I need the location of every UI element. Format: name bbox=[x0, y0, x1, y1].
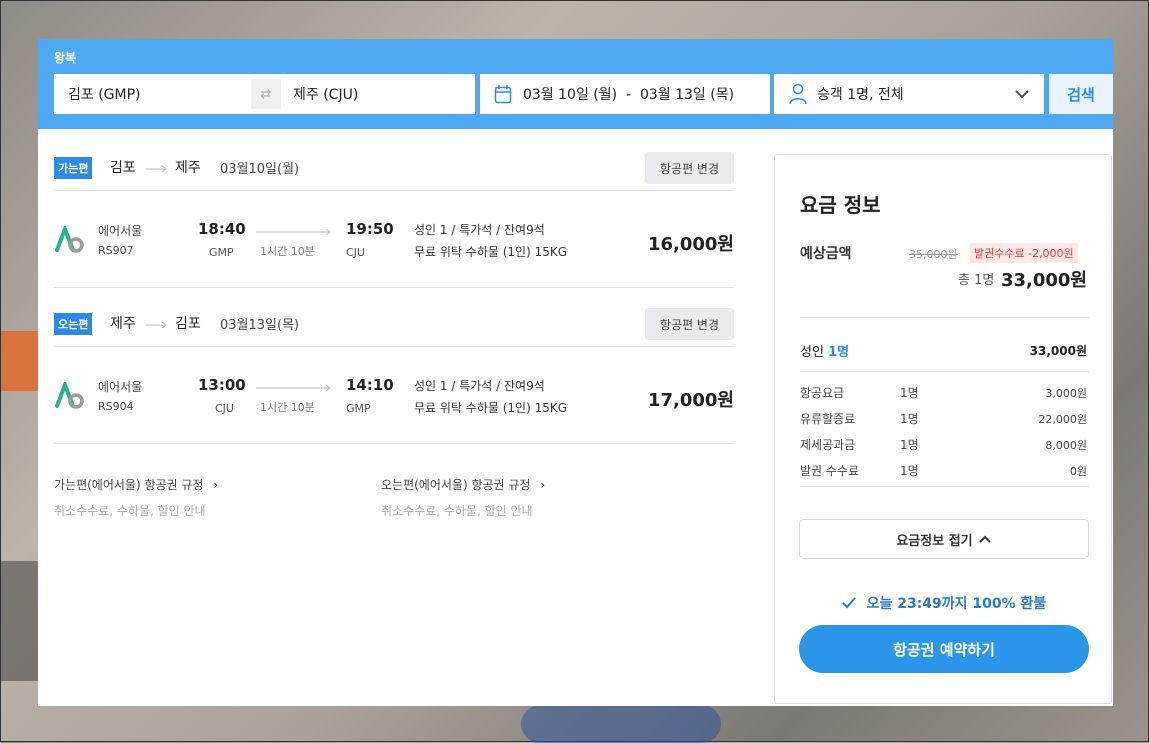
origin-input[interactable]: 김포 (GMP) bbox=[68, 84, 141, 104]
chevron-down-icon[interactable] bbox=[1014, 87, 1030, 101]
breakdown-amount: 0원 bbox=[1069, 465, 1087, 478]
fare-info-card: 요금 정보 예상금액 35,000원 발권수수료 -2,000원 총 1명 33… bbox=[774, 154, 1112, 704]
arrow-right-icon bbox=[256, 229, 331, 235]
chevron-right-icon: › bbox=[213, 478, 219, 492]
fold-fare-info-button[interactable]: 요금정보 접기 bbox=[799, 519, 1089, 559]
segment-origin: 김포 bbox=[110, 160, 136, 176]
flight-price: 17,000원 bbox=[647, 390, 734, 411]
rule-subtitle: 취소수수료, 수하물, 할인 안내 bbox=[54, 504, 206, 518]
return-header: 오는편 제주 김포 03월13일(목) 항공편 변경 bbox=[54, 308, 734, 347]
refund-notice: 오늘 23:49까지 100% 환불 bbox=[775, 593, 1113, 613]
breakdown-name: 발권 수수료 bbox=[800, 464, 860, 478]
arrow-right-icon bbox=[146, 166, 167, 172]
total-passenger-label: 총 1명 bbox=[958, 273, 995, 288]
seat-info: 성인 1 / 특가석 / 잔여9석 bbox=[414, 223, 545, 237]
segment-date: 03월10일(월) bbox=[220, 162, 300, 177]
search-bar: 왕복 김포 (GMP) ⇄ 제주 (CJU) 03월 10일 (월) - 03월… bbox=[38, 39, 1113, 129]
person-icon bbox=[789, 83, 807, 105]
adult-label: 성인 1명 bbox=[800, 341, 849, 360]
breakdown-qty: 1명 bbox=[900, 412, 919, 426]
airline-name: 에어서울 bbox=[98, 224, 143, 238]
segment-destination: 김포 bbox=[175, 316, 201, 332]
arrival-airport: CJU bbox=[346, 246, 365, 259]
check-icon bbox=[841, 597, 856, 609]
fold-label: 요금정보 접기 bbox=[896, 533, 973, 549]
departure-airport: GMP bbox=[209, 246, 234, 259]
booking-panel: 왕복 김포 (GMP) ⇄ 제주 (CJU) 03월 10일 (월) - 03월… bbox=[38, 39, 1113, 706]
divider bbox=[800, 486, 1089, 487]
rule-title: 가는편(에어서울) 항공권 규정 bbox=[54, 478, 204, 492]
refund-text: 오늘 23:49까지 100% 환불 bbox=[866, 596, 1047, 612]
discount-badge: 발권수수료 -2,000원 bbox=[970, 243, 1078, 263]
adult-count: 1명 bbox=[828, 345, 850, 360]
change-flight-button[interactable]: 항공편 변경 bbox=[645, 152, 734, 184]
background-decor bbox=[521, 705, 721, 743]
calendar-icon bbox=[494, 85, 512, 104]
departure-time: 18:40 bbox=[198, 220, 246, 238]
segment-date: 03월13일(목) bbox=[220, 318, 300, 333]
trip-type-label: 왕복 bbox=[54, 51, 77, 65]
breakdown-amount: 8,000원 bbox=[1045, 439, 1087, 452]
return-rule-link[interactable]: 오는편(에어서울) 항공권 규정 › bbox=[381, 476, 545, 493]
destination-input[interactable]: 제주 (CJU) bbox=[293, 84, 358, 104]
airline-name: 에어서울 bbox=[98, 380, 143, 394]
outbound-flight-row: 에어서울 RS907 18:40 GMP 1시간 10분 19:50 CJU 성… bbox=[54, 192, 734, 288]
flight-price: 16,000원 bbox=[647, 234, 734, 255]
arrival-time: 14:10 bbox=[346, 376, 394, 394]
arrow-right-icon bbox=[256, 385, 331, 391]
flight-duration: 1시간 10분 bbox=[260, 245, 315, 258]
arrival-airport: GMP bbox=[346, 402, 371, 415]
passenger-value[interactable]: 승객 1명, 전체 bbox=[817, 84, 904, 104]
passenger-field[interactable]: 승객 1명, 전체 bbox=[774, 74, 1044, 114]
arrival-time: 19:50 bbox=[346, 220, 394, 238]
rule-title: 오는편(에어서울) 항공권 규정 bbox=[381, 478, 531, 492]
flight-number: RS904 bbox=[98, 400, 134, 413]
flight-duration: 1시간 10분 bbox=[260, 401, 315, 414]
chevron-up-icon bbox=[978, 535, 991, 543]
breakdown-name: 항공요금 bbox=[800, 386, 845, 400]
segment-origin: 제주 bbox=[110, 316, 136, 332]
total-price: 33,000원 bbox=[1000, 270, 1087, 291]
adult-total: 33,000원 bbox=[1029, 344, 1087, 358]
flight-number: RS907 bbox=[98, 244, 134, 257]
fare-title: 요금 정보 bbox=[800, 193, 881, 217]
rule-subtitle: 취소수수료, 수하물, 할인 안내 bbox=[381, 504, 533, 518]
outbound-header: 가는편 김포 제주 03월10일(월) 항공편 변경 bbox=[54, 152, 734, 191]
swap-icon[interactable]: ⇄ bbox=[251, 79, 281, 109]
breakdown-qty: 1명 bbox=[900, 464, 919, 478]
departure-time: 13:00 bbox=[198, 376, 246, 394]
baggage-info: 무료 위탁 수하물 (1인) 15KG bbox=[414, 401, 568, 415]
change-flight-button[interactable]: 항공편 변경 bbox=[645, 308, 734, 340]
outbound-badge: 가는편 bbox=[54, 157, 93, 179]
return-badge: 오는편 bbox=[54, 313, 93, 335]
date-range-value[interactable]: 03월 10일 (월) - 03월 13일 (목) bbox=[523, 84, 734, 104]
original-price: 35,000원 bbox=[909, 248, 958, 261]
arrow-right-icon bbox=[146, 322, 167, 328]
adult-text: 성인 bbox=[800, 345, 824, 360]
date-field[interactable]: 03월 10일 (월) - 03월 13일 (목) bbox=[480, 74, 770, 114]
outbound-rule-link[interactable]: 가는편(에어서울) 항공권 규정 › bbox=[54, 476, 218, 493]
search-button[interactable]: 검색 bbox=[1049, 74, 1113, 114]
breakdown-name: 제세공과금 bbox=[800, 438, 856, 452]
airline-logo-icon bbox=[55, 226, 84, 253]
breakdown-amount: 22,000원 bbox=[1038, 413, 1087, 426]
route-field[interactable]: 김포 (GMP) ⇄ 제주 (CJU) bbox=[54, 74, 475, 114]
book-ticket-button[interactable]: 항공권 예약하기 bbox=[799, 625, 1089, 673]
breakdown-amount: 3,000원 bbox=[1045, 387, 1087, 400]
segment-destination: 제주 bbox=[175, 160, 201, 176]
departure-airport: CJU bbox=[215, 402, 234, 415]
divider bbox=[800, 317, 1089, 318]
breakdown-qty: 1명 bbox=[900, 438, 919, 452]
return-flight-row: 에어서울 RS904 13:00 CJU 1시간 10분 14:10 GMP 성… bbox=[54, 348, 734, 444]
background-decor bbox=[1, 561, 41, 681]
divider bbox=[800, 371, 1089, 372]
baggage-info: 무료 위탁 수하물 (1인) 15KG bbox=[414, 245, 568, 259]
airline-logo-icon bbox=[55, 382, 84, 409]
background-decor bbox=[1, 331, 41, 391]
seat-info: 성인 1 / 특가석 / 잔여9석 bbox=[414, 379, 545, 393]
breakdown-qty: 1명 bbox=[900, 386, 919, 400]
chevron-right-icon: › bbox=[540, 478, 546, 492]
breakdown-name: 유류할증료 bbox=[800, 412, 856, 426]
estimated-price-label: 예상금액 bbox=[800, 246, 852, 262]
